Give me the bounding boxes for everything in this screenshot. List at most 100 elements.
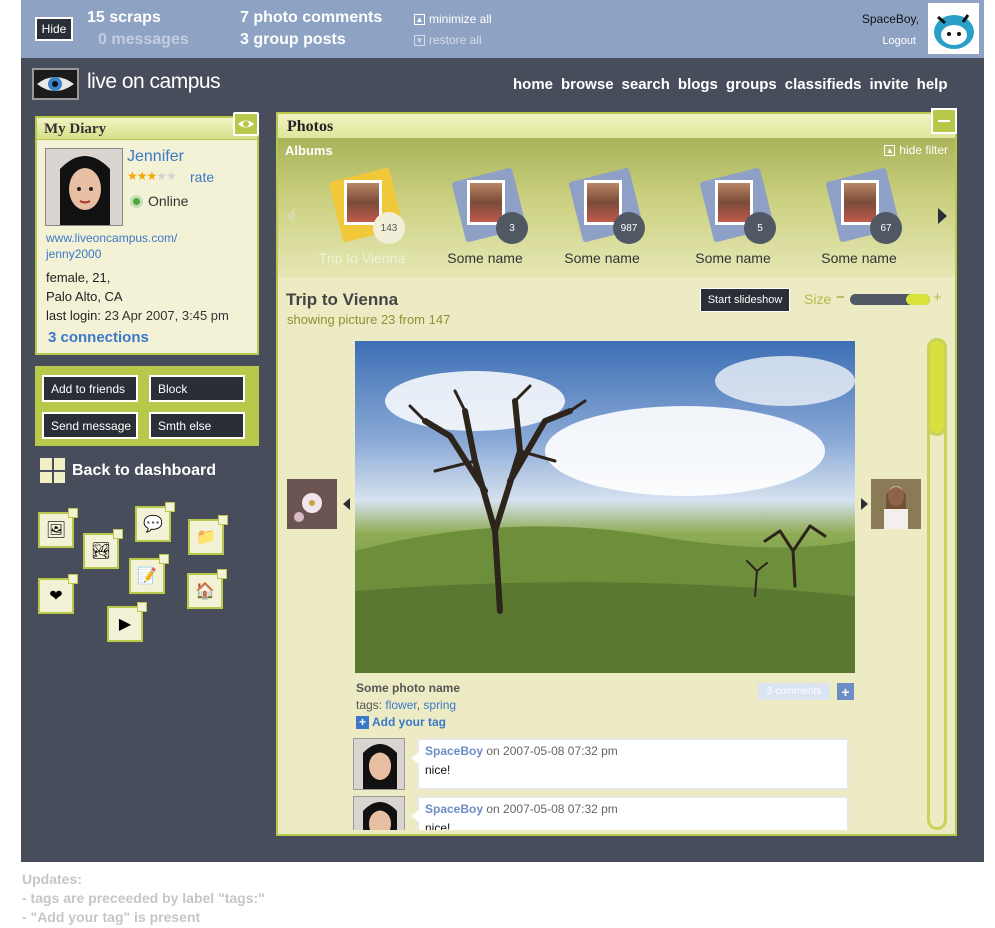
photos-scrollbar-thumb[interactable]	[927, 338, 947, 436]
add-comment-button[interactable]: +	[837, 683, 854, 700]
jennifer-avatar[interactable]	[45, 148, 123, 226]
rate-link[interactable]: rate	[190, 169, 214, 185]
nav-browse[interactable]: browse	[561, 76, 614, 93]
scraps-link[interactable]: 15 scraps	[87, 9, 161, 27]
album-item[interactable]: 67 Some name	[804, 166, 914, 276]
online-status: Online	[130, 193, 188, 209]
album-name: Some name	[695, 250, 771, 266]
tag-link[interactable]: flower	[385, 698, 416, 712]
messages-link[interactable]: 0 messages	[98, 31, 189, 49]
user-avatar[interactable]	[928, 3, 979, 54]
nav-invite[interactable]: invite	[869, 76, 908, 93]
previous-photo-thumb[interactable]	[287, 479, 337, 529]
play-icon[interactable]: ▶	[107, 602, 147, 642]
logout-link[interactable]: Logout	[882, 35, 916, 47]
nav-classifieds[interactable]: classifieds	[785, 76, 862, 93]
house-icon[interactable]: 🏠	[187, 569, 227, 609]
current-album-title: Trip to Vienna	[286, 290, 399, 309]
last-login-label: last login:	[46, 308, 101, 323]
albums-prev-arrow-icon[interactable]	[286, 208, 295, 224]
add-to-friends-button[interactable]: Add to friends	[42, 375, 138, 402]
start-slideshow-button[interactable]: Start slideshow	[700, 288, 790, 312]
profile-name[interactable]: Jennifer	[127, 148, 184, 166]
tags-label: tags:	[356, 698, 383, 712]
updates-line: - tags are preceeded by label "tags:"	[22, 890, 265, 906]
album-item[interactable]: 5 Some name	[678, 166, 788, 276]
view-eye-button[interactable]	[233, 112, 259, 136]
restore-all-link[interactable]: ▼ restore all	[414, 33, 482, 47]
next-photo-thumb[interactable]	[871, 479, 921, 529]
albums-next-arrow-icon[interactable]	[938, 208, 947, 224]
comment-author[interactable]: SpaceBoy	[425, 802, 483, 816]
diary-title: My Diary	[37, 118, 257, 140]
group-posts-link[interactable]: 3 group posts	[240, 31, 346, 49]
comments-count[interactable]: 3 comments	[758, 683, 830, 700]
star-icon[interactable]: ★	[127, 169, 138, 183]
tag-link[interactable]: spring	[423, 698, 456, 712]
updates-notes: Updates: - tags are preceeded by label "…	[22, 870, 265, 927]
album-item[interactable]: 3 Some name	[430, 166, 540, 276]
top-bar: Hide 15 scraps 0 messages 7 photo commen…	[21, 0, 984, 58]
picture-icon[interactable]: 🏞	[83, 529, 123, 569]
comment-author[interactable]: SpaceBoy	[425, 744, 483, 758]
main-photo[interactable]	[355, 341, 855, 673]
back-to-dashboard-link[interactable]: Back to dashboard	[40, 458, 216, 483]
hide-button[interactable]: Hide	[35, 17, 73, 41]
minimize-panel-button[interactable]	[931, 108, 957, 134]
comment-item: SpaceBoy on 2007-05-08 07:32 pm nice!	[351, 738, 861, 790]
photo-name: Some photo name	[356, 681, 461, 695]
star-icon[interactable]: ★	[147, 169, 158, 183]
comment-bubble: SpaceBoy on 2007-05-08 07:32 pm nice!	[411, 796, 849, 830]
album-item[interactable]: 143 Trip to Vienna	[307, 166, 417, 276]
star-icon[interactable]: ★	[166, 169, 177, 183]
nav-home[interactable]: home	[513, 76, 553, 93]
next-photo-arrow-icon[interactable]	[861, 498, 868, 510]
album-name: Some name	[564, 250, 640, 266]
albums-strip: Albums ▲ hide filter 143 Trip to Vienna …	[278, 138, 955, 278]
add-tag-link[interactable]: + Add your tag	[356, 715, 446, 729]
online-label: Online	[148, 193, 189, 209]
profile-url-line1: www.liveoncampus.com/	[46, 231, 178, 245]
block-button[interactable]: Block	[149, 375, 245, 402]
minimize-all-link[interactable]: ▲ minimize all	[414, 12, 492, 26]
comment-avatar[interactable]	[353, 796, 405, 830]
folder-icon[interactable]: 📁	[188, 515, 228, 555]
hide-filter-label: hide filter	[899, 143, 948, 157]
connections-link[interactable]: 3 connections	[48, 329, 149, 346]
comment-text: nice!	[425, 763, 451, 777]
album-item[interactable]: 987 Some name	[547, 166, 657, 276]
profile-url[interactable]: www.liveoncampus.com/ jenny2000	[46, 230, 177, 262]
restore-icon: ▼	[414, 34, 425, 46]
eye-icon	[238, 120, 254, 128]
notepad-icon[interactable]: 📝	[129, 554, 169, 594]
add-tag-label: Add your tag	[372, 715, 446, 729]
logo-text[interactable]: live on campus	[87, 70, 221, 94]
speech-bubbles-icon[interactable]: 💬	[135, 502, 175, 542]
main-nav: home browse search blogs groups classifi…	[513, 76, 948, 93]
album-name: Some name	[447, 250, 523, 266]
photo-frame-icon[interactable]: 🖼	[38, 508, 78, 548]
nav-blogs[interactable]: blogs	[678, 76, 718, 93]
size-slider[interactable]	[850, 294, 930, 305]
nav-help[interactable]: help	[917, 76, 948, 93]
minimize-all-label: minimize all	[429, 12, 492, 26]
star-icon[interactable]: ★	[137, 169, 148, 183]
album-count: 143	[373, 212, 405, 244]
online-dot-icon	[130, 194, 143, 208]
rating-stars[interactable]: ★★★★★	[127, 169, 177, 183]
star-icon[interactable]: ★	[156, 169, 167, 183]
comment-item: SpaceBoy on 2007-05-08 07:32 pm nice!	[351, 796, 861, 830]
send-message-button[interactable]: Send message	[42, 412, 138, 439]
smth-else-button[interactable]: Smth else	[149, 412, 245, 439]
heart-icon[interactable]: ❤	[38, 574, 78, 614]
size-decrease-button[interactable]: −	[836, 289, 845, 306]
nav-search[interactable]: search	[622, 76, 670, 93]
comment-avatar[interactable]	[353, 738, 405, 790]
profile-info: female, 21, Palo Alto, CA last login: 23…	[46, 268, 229, 325]
size-increase-button[interactable]: +	[933, 289, 942, 306]
photo-comments-link[interactable]: 7 photo comments	[240, 9, 382, 27]
hide-filter-link[interactable]: ▲ hide filter	[884, 143, 948, 157]
nav-groups[interactable]: groups	[726, 76, 777, 93]
photos-panel: Photos Albums ▲ hide filter 143 Trip to …	[276, 108, 957, 836]
previous-photo-arrow-icon[interactable]	[343, 498, 350, 510]
